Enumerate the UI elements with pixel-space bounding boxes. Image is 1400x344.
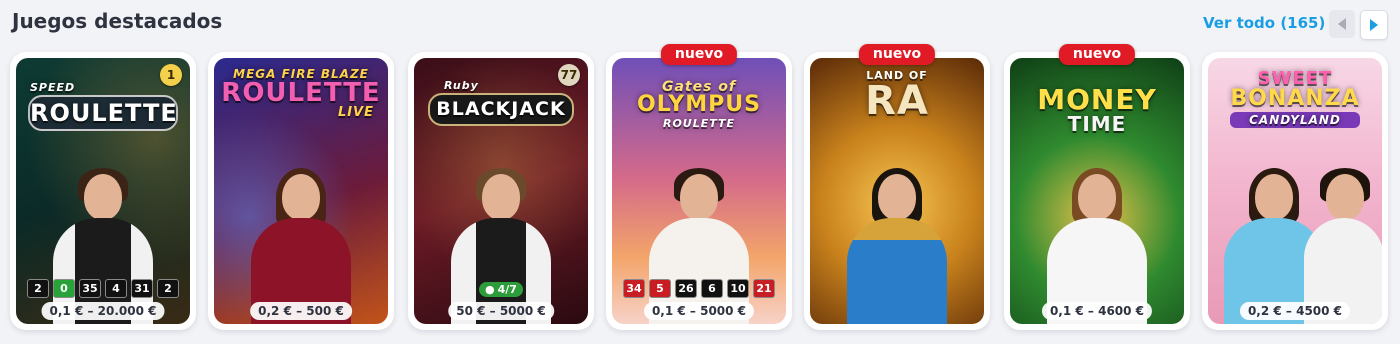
result-number: 35 (79, 279, 101, 298)
seat-count-badge: ● 4/7 (479, 282, 523, 297)
game-thumbnail: MONEY TIME 0,1 € – 4600 € (1010, 58, 1184, 324)
bet-limits: 0,1 € – 4600 € (1041, 302, 1153, 320)
result-number: 10 (727, 279, 749, 298)
game-logo: Gates of OLYMPUS ROULETTE (637, 79, 761, 130)
game-thumbnail: 1 SPEED ROULETTE 2 0 35 4 31 2 0,1 € – 2… (16, 58, 190, 324)
result-number: 6 (701, 279, 723, 298)
game-logo: SPEED ROULETTE (16, 82, 190, 133)
bet-limits: 0,1 € – 20.000 € (41, 302, 165, 320)
bet-limits: 50 € – 5000 € (448, 302, 554, 320)
game-logo: MONEY TIME (1037, 83, 1157, 136)
recent-results: 2 0 35 4 31 2 (16, 279, 190, 298)
game-thumbnail: LAND OF RA (810, 58, 984, 324)
game-card-money-time[interactable]: nuevo MONEY TIME 0,1 € – 4600 € (1004, 44, 1190, 330)
view-all-link[interactable]: Ver todo (165) (1203, 14, 1325, 32)
game-thumbnail: 77 Ruby BLACKJACK ● 4/7 50 € – 5000 € (414, 58, 588, 324)
game-logo: MEGA FIRE BLAZE ROULETTE LIVE (221, 67, 381, 120)
game-card-speed-roulette[interactable]: 1 SPEED ROULETTE 2 0 35 4 31 2 0,1 € – 2… (10, 52, 196, 330)
game-thumbnail: MEGA FIRE BLAZE ROULETTE LIVE 0,2 € – 50… (214, 58, 388, 324)
rank-badge: 1 (160, 64, 182, 86)
bet-limits: 0,1 € – 5000 € (643, 302, 755, 320)
dealer-image (842, 168, 952, 324)
section-title: Juegos destacados (12, 9, 223, 33)
game-logo: LAND OF RA (865, 69, 929, 124)
game-card-gates-of-olympus-roulette[interactable]: nuevo Gates of OLYMPUS ROULETTE 34 5 26 … (606, 44, 792, 330)
chevron-left-icon (1338, 18, 1346, 30)
result-number: 31 (131, 279, 153, 298)
seat-count: 4/7 (497, 283, 517, 296)
new-badge: nuevo (858, 44, 936, 65)
result-number: 34 (623, 279, 645, 298)
players-icon: ● (485, 283, 495, 296)
result-number: 21 (753, 279, 775, 298)
new-badge: nuevo (1058, 44, 1136, 65)
result-number: 26 (675, 279, 697, 298)
result-number: 2 (27, 279, 49, 298)
carousel-next-button[interactable] (1360, 10, 1388, 40)
recent-results: 34 5 26 6 10 21 (612, 279, 786, 298)
game-card-land-of-ra[interactable]: nuevo LAND OF RA (804, 44, 990, 330)
rank-badge: 77 (558, 64, 580, 86)
result-number: 5 (649, 279, 671, 298)
new-badge: nuevo (660, 44, 738, 65)
carousel-prev-button[interactable] (1329, 10, 1355, 38)
game-card-ruby-blackjack[interactable]: 77 Ruby BLACKJACK ● 4/7 50 € – 5000 € (408, 52, 594, 330)
game-thumbnail: Gates of OLYMPUS ROULETTE 34 5 26 6 10 2… (612, 58, 786, 324)
result-number: 2 (157, 279, 179, 298)
game-thumbnail: SWEET BONANZA CANDYLAND 0,2 € – 4500 € (1208, 58, 1382, 324)
bet-limits: 0,2 € – 4500 € (1239, 302, 1351, 320)
chevron-right-icon (1370, 19, 1378, 31)
game-card-sweet-bonanza-candyland[interactable]: SWEET BONANZA CANDYLAND 0,2 € – 4500 € (1202, 52, 1388, 330)
game-card-mega-fire-blaze-roulette[interactable]: MEGA FIRE BLAZE ROULETTE LIVE 0,2 € – 50… (208, 52, 394, 330)
game-logo: SWEET BONANZA CANDYLAND (1230, 68, 1360, 128)
result-number: 4 (105, 279, 127, 298)
game-logo: Ruby BLACKJACK (414, 80, 588, 128)
bet-limits: 0,2 € – 500 € (250, 302, 352, 320)
result-number: 0 (53, 279, 75, 298)
